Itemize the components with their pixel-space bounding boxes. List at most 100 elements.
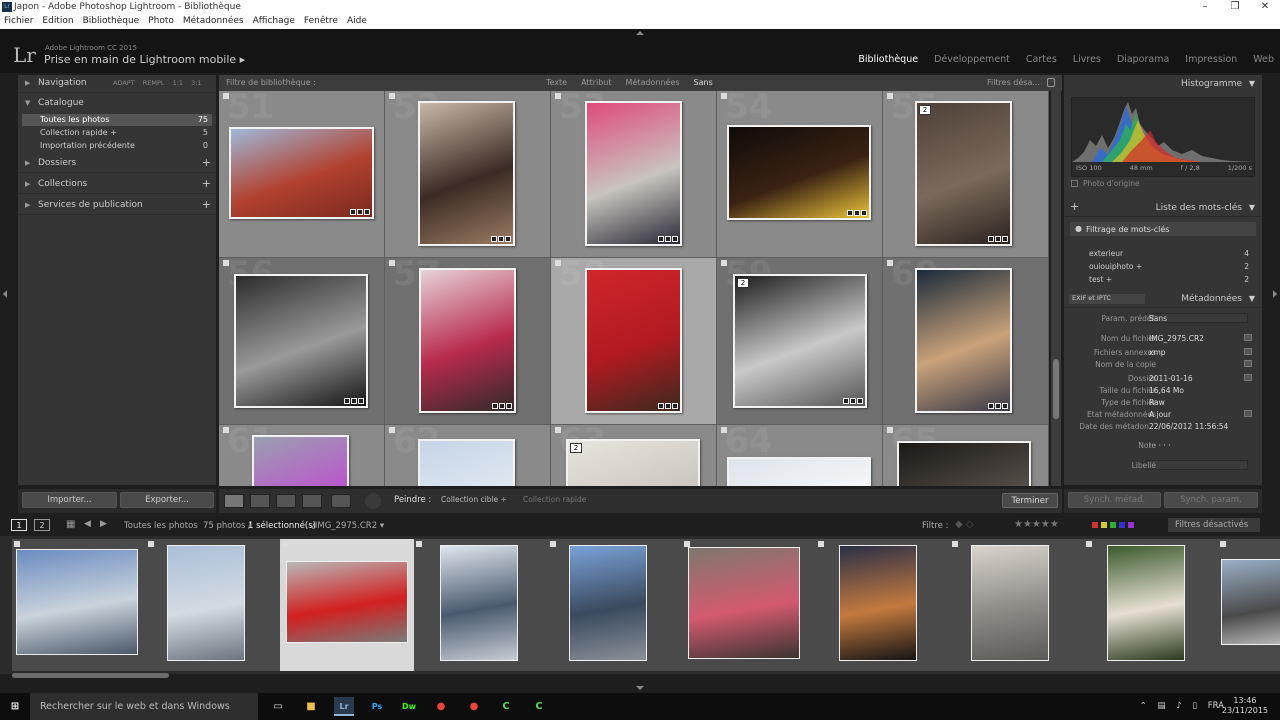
grid-cell[interactable]: 60 xyxy=(883,258,1048,424)
green-label-filter[interactable] xyxy=(1110,522,1116,528)
filmstrip-cell[interactable] xyxy=(816,539,950,671)
histogram-section[interactable]: Histogramme ▼ xyxy=(1064,75,1262,93)
badge-icon[interactable] xyxy=(350,209,356,215)
badge-icon[interactable] xyxy=(847,210,853,216)
window-2-button[interactable]: 2 xyxy=(34,519,50,531)
survey-view-icon[interactable] xyxy=(302,494,322,508)
metadata-action-icon[interactable] xyxy=(1244,374,1252,381)
flag-icon[interactable] xyxy=(282,541,288,547)
collections-section[interactable]: ▶ Collections + xyxy=(18,176,216,194)
grid-cell[interactable]: 552 xyxy=(883,91,1048,257)
grid-scrollbar[interactable] xyxy=(1051,91,1061,486)
filter-preset-dropdown[interactable]: Filtres désa... xyxy=(987,78,1040,87)
badge-icon[interactable] xyxy=(505,236,511,242)
metadata-action-icon[interactable] xyxy=(1244,360,1252,367)
badge-icon[interactable] xyxy=(672,236,678,242)
filmstrip-thumbnail[interactable] xyxy=(16,549,138,655)
badge-icon[interactable] xyxy=(364,209,370,215)
filmstrip-thumbnail[interactable] xyxy=(167,545,245,661)
badge-icon[interactable] xyxy=(1002,236,1008,242)
menu-photo[interactable]: Photo xyxy=(144,15,179,26)
filmstrip-source[interactable]: Toutes les photos xyxy=(124,521,198,531)
badge-icon[interactable] xyxy=(850,398,856,404)
add-service-icon[interactable]: + xyxy=(202,198,211,211)
metadata-action-icon[interactable] xyxy=(1244,348,1252,355)
filmstrip-thumbnail[interactable] xyxy=(1221,559,1280,645)
windows-start-icon[interactable]: ⊞ xyxy=(5,697,25,716)
back-icon[interactable]: ◀ xyxy=(84,519,91,529)
flag-icon[interactable] xyxy=(1086,541,1092,547)
filter-none[interactable]: Sans xyxy=(694,78,713,87)
grid-cell[interactable]: 64 xyxy=(717,425,882,486)
flag-icon[interactable] xyxy=(887,260,893,266)
badge-icon[interactable] xyxy=(492,403,498,409)
photo-thumbnail[interactable]: 2 xyxy=(566,439,700,486)
keyword-filter-field[interactable]: ● Filtrage de mots-clés xyxy=(1070,222,1256,236)
badge-icon[interactable] xyxy=(491,236,497,242)
filmstrip-cell[interactable] xyxy=(146,539,280,671)
add-collection-icon[interactable]: + xyxy=(202,177,211,190)
menu-bibliotheque[interactable]: Bibliothèque xyxy=(79,15,145,26)
badge-icon[interactable] xyxy=(351,398,357,404)
metadata-action-icon[interactable] xyxy=(1244,334,1252,341)
filmstrip-thumbnail[interactable] xyxy=(569,545,647,661)
grid-cell[interactable]: 57 xyxy=(385,258,550,424)
photo-thumbnail[interactable] xyxy=(585,268,682,413)
badge-icon[interactable] xyxy=(665,403,671,409)
task-view-icon[interactable]: ▭ xyxy=(268,697,288,716)
catalogue-item-importation[interactable]: Importation précédente 0 xyxy=(22,140,212,152)
flag-icon[interactable] xyxy=(14,541,20,547)
photo-thumbnail[interactable]: 2 xyxy=(733,274,867,408)
lock-icon[interactable] xyxy=(1047,78,1055,87)
badge-icon[interactable] xyxy=(498,236,504,242)
metadata-field[interactable] xyxy=(1146,460,1248,470)
flag-icon[interactable] xyxy=(555,427,561,433)
photo-thumbnail[interactable] xyxy=(418,101,515,246)
badge-icon[interactable] xyxy=(658,236,664,242)
badge-icon[interactable] xyxy=(988,403,994,409)
filmstrip-cell[interactable] xyxy=(414,539,548,671)
stack-count-badge[interactable]: 2 xyxy=(737,278,749,288)
menu-fenetre[interactable]: Fenêtre xyxy=(300,15,343,26)
module-diaporama[interactable]: Diaporama xyxy=(1117,54,1169,65)
flag-icon[interactable] xyxy=(555,93,561,99)
photo-thumbnail[interactable] xyxy=(897,441,1031,486)
badge-icon[interactable] xyxy=(672,403,678,409)
flag-icon[interactable] xyxy=(1220,541,1226,547)
stack-count-badge[interactable]: 2 xyxy=(919,105,931,115)
clock[interactable]: 13:46 23/11/2015 xyxy=(1222,696,1268,716)
filmstrip-thumbnail[interactable] xyxy=(971,545,1049,661)
dossiers-section[interactable]: ▶ Dossiers + xyxy=(18,155,216,173)
flag-icon[interactable] xyxy=(389,93,395,99)
original-photo-checkbox[interactable] xyxy=(1071,180,1078,187)
filmstrip-cell[interactable] xyxy=(950,539,1084,671)
filmstrip-thumbnail[interactable] xyxy=(688,547,800,659)
filmstrip-thumbnail[interactable] xyxy=(1107,545,1185,661)
zoom-options[interactable]: ADAPT REMPL 1:1 3:1 xyxy=(113,79,202,87)
chrome-icon[interactable]: ● xyxy=(431,697,451,716)
badge-icon[interactable] xyxy=(1002,403,1008,409)
collapse-top-icon[interactable] xyxy=(636,31,644,35)
sync-metadata-button[interactable]: Synch. métad. xyxy=(1068,492,1161,508)
taskbar-search[interactable]: Rechercher sur le web et dans Windows xyxy=(30,693,258,720)
flag-icon[interactable] xyxy=(721,93,727,99)
minimize-button[interactable]: – xyxy=(1190,1,1220,14)
file-explorer-icon[interactable]: ■ xyxy=(301,697,321,716)
filmstrip-cell[interactable] xyxy=(1218,539,1280,671)
filmstrip-cell[interactable] xyxy=(1084,539,1218,671)
export-button[interactable]: Exporter... xyxy=(120,492,214,508)
red-label-filter[interactable] xyxy=(1092,522,1098,528)
maximize-button[interactable]: ❐ xyxy=(1220,1,1250,14)
grid-icon[interactable]: ▦ xyxy=(66,519,75,530)
menu-affichage[interactable]: Affichage xyxy=(249,15,300,26)
flag-icon[interactable] xyxy=(952,541,958,547)
badge-icon[interactable] xyxy=(843,398,849,404)
stack-count-badge[interactable]: 2 xyxy=(570,443,582,453)
collapse-left-icon[interactable] xyxy=(3,290,7,298)
catalogue-item-rapide[interactable]: Collection rapide + 5 xyxy=(22,127,212,139)
filter-attribute[interactable]: Attribut xyxy=(581,78,611,87)
menu-edition[interactable]: Edition xyxy=(38,15,78,26)
badge-icon[interactable] xyxy=(854,210,860,216)
badge-icon[interactable] xyxy=(358,398,364,404)
blue-label-filter[interactable] xyxy=(1119,522,1125,528)
